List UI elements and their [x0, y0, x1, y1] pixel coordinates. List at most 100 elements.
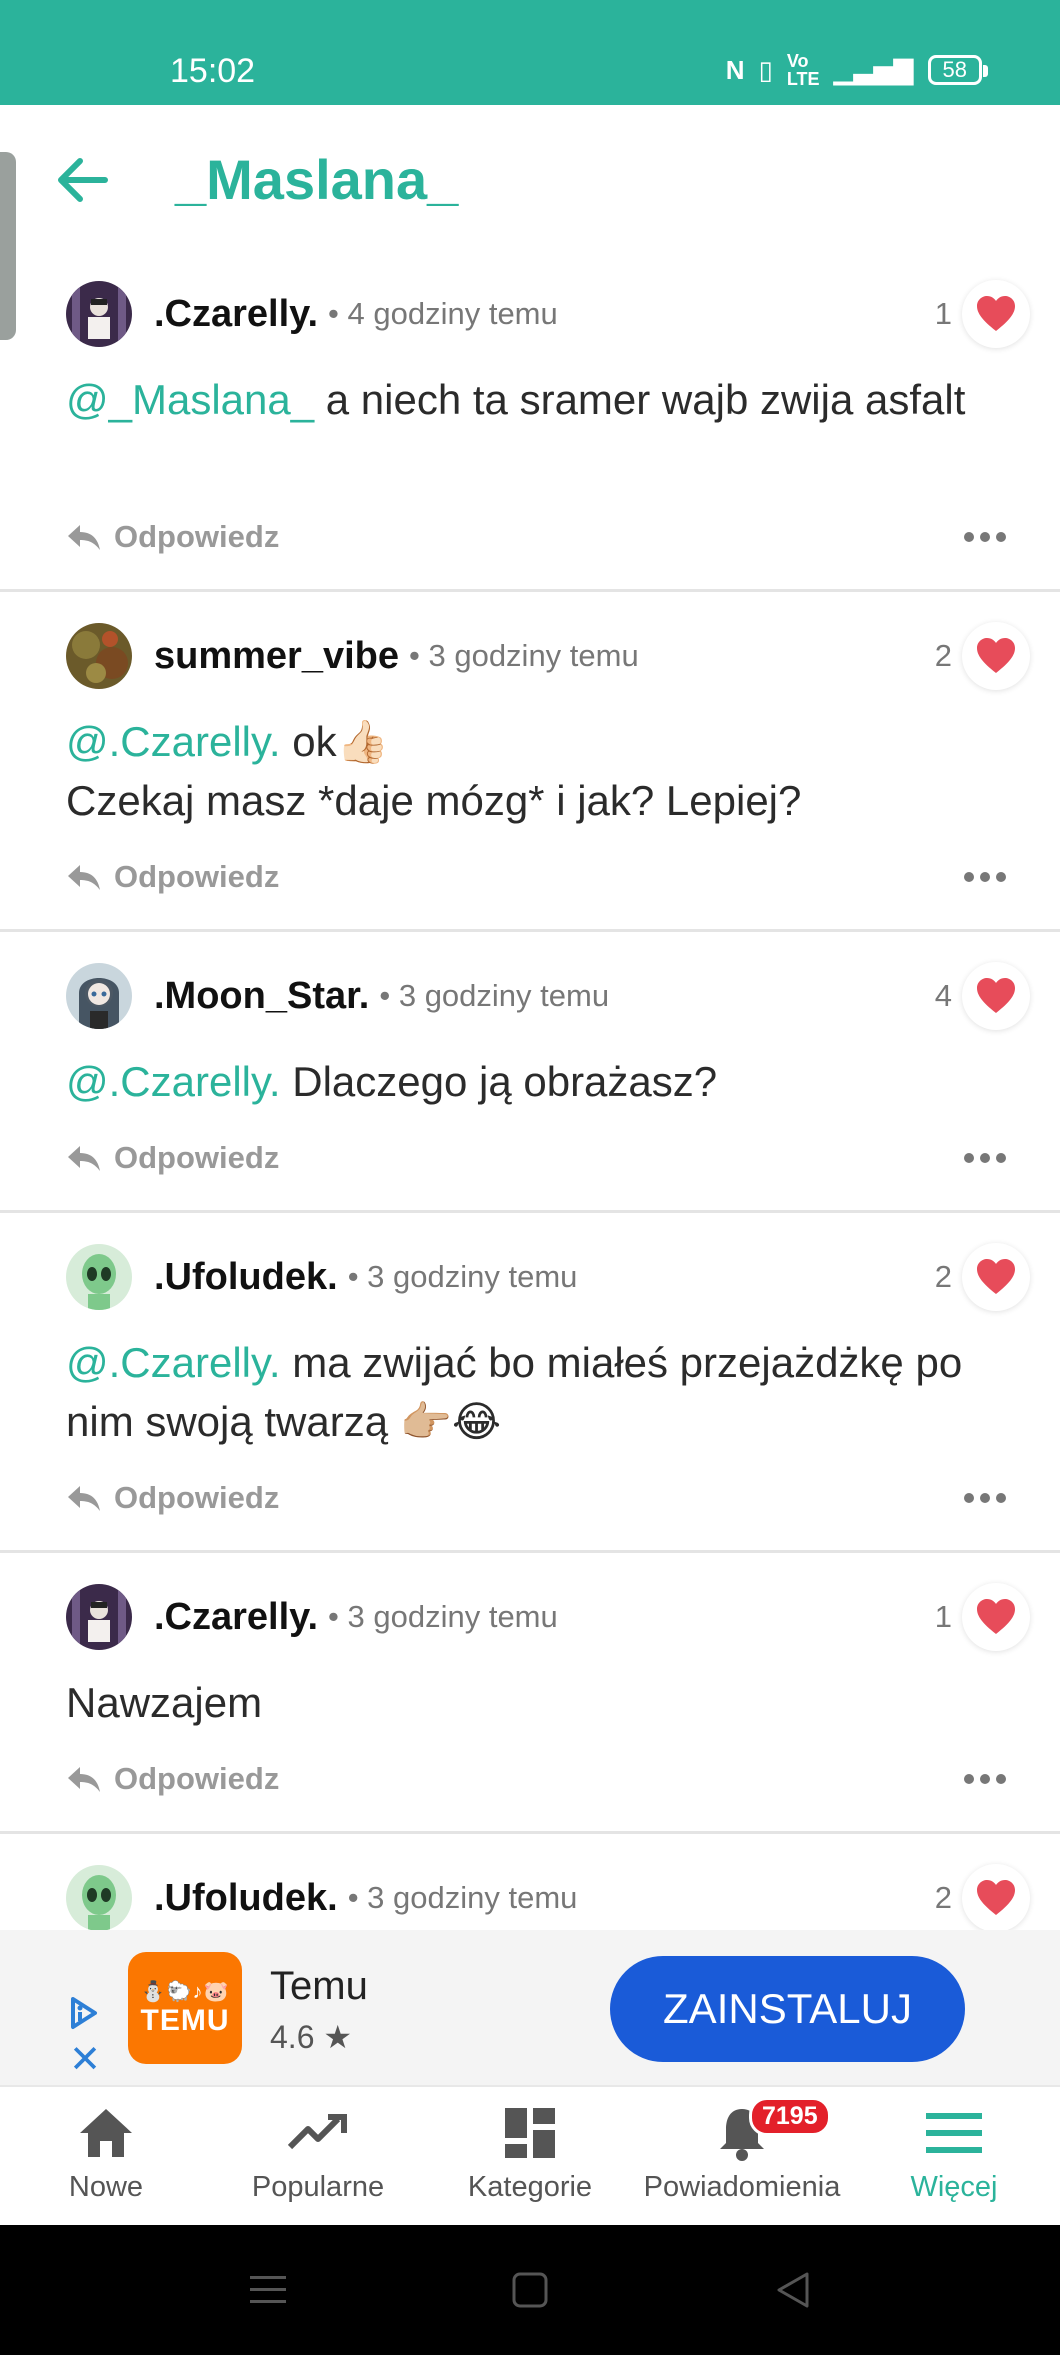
like-button[interactable] — [962, 1243, 1030, 1311]
reply-button[interactable]: Odpowiedz — [66, 852, 279, 902]
recents-icon — [250, 2276, 286, 2303]
reply-label: Odpowiedz — [114, 1140, 280, 1175]
more-options-button[interactable] — [960, 1473, 1010, 1523]
comment-username[interactable]: .Czarelly. — [154, 293, 318, 336]
nav-item-kategorie[interactable]: Kategorie — [424, 2087, 636, 2227]
menu-icon — [924, 2103, 984, 2163]
heart-icon — [977, 1599, 1015, 1634]
ad-app-name: Temu — [270, 1964, 368, 2008]
home-square-icon — [512, 2272, 548, 2308]
status-icons: N ▯ Vo LTE ▁▃▅▇ 58 — [726, 51, 989, 89]
status-time: 15:02 — [170, 52, 256, 90]
reply-icon — [68, 865, 100, 890]
back-arrow-icon — [58, 158, 108, 202]
comment-username[interactable]: summer_vibe — [154, 635, 399, 678]
bottom-navigation: Nowe Popularne Kategorie Powiadomienia 7… — [0, 2085, 1060, 2225]
comment-timestamp: • 4 godziny temu — [328, 296, 558, 331]
back-system-button[interactable] — [768, 2265, 818, 2315]
volte-icon: Vo LTE — [786, 51, 820, 89]
mention-link[interactable]: @_Maslana_ — [66, 376, 314, 423]
like-control: 2 — [935, 1864, 1030, 1930]
more-options-button[interactable] — [960, 1754, 1010, 1804]
comment-header: .Czarelly. • 4 godziny temu — [66, 280, 558, 348]
like-control: 1 — [935, 280, 1030, 348]
reply-button[interactable]: Odpowiedz — [66, 512, 279, 562]
ad-rating: 4.6 ★ — [270, 2019, 353, 2055]
like-button[interactable] — [962, 622, 1030, 690]
heart-icon — [977, 296, 1015, 331]
avatar[interactable] — [66, 1244, 132, 1310]
more-options-button[interactable] — [960, 1133, 1010, 1183]
reply-button[interactable]: Odpowiedz — [66, 1473, 279, 1523]
reply-icon — [68, 1486, 100, 1511]
avatar[interactable] — [66, 1865, 132, 1930]
nav-label: Powiadomienia — [643, 2171, 841, 2203]
page-title: _Maslana_ — [175, 148, 459, 211]
avatar[interactable] — [66, 623, 132, 689]
back-triangle-icon — [777, 2272, 809, 2308]
nav-item-nowe[interactable]: Nowe — [0, 2087, 212, 2227]
more-dots-icon — [964, 532, 1006, 542]
comment-header: .Moon_Star. • 3 godziny temu — [66, 962, 609, 1030]
notification-badge: 7195 — [749, 2097, 831, 2136]
nav-label: Więcej — [910, 2171, 998, 2203]
like-control: 1 — [935, 1583, 1030, 1651]
temu-logo-glyphs: ⛄🐑♪🐷 — [140, 1980, 230, 2003]
header: _Maslana_ — [0, 105, 1060, 250]
comment-header: .Czarelly. • 3 godziny temu — [66, 1583, 558, 1651]
like-button[interactable] — [962, 1583, 1030, 1651]
like-count: 1 — [934, 296, 952, 331]
avatar[interactable] — [66, 281, 132, 347]
comment-username[interactable]: .Ufoludek. — [154, 1877, 338, 1920]
ad-close-icon[interactable]: ✕ — [65, 2040, 105, 2080]
avatar[interactable] — [66, 963, 132, 1029]
nav-label: Nowe — [68, 2171, 144, 2203]
mention-link[interactable]: @.Czarelly. — [66, 1058, 281, 1105]
back-button[interactable] — [52, 150, 112, 210]
home-button[interactable] — [505, 2265, 555, 2315]
like-control: 2 — [935, 1243, 1030, 1311]
comment-text: Nawzajem — [66, 1673, 1016, 1732]
comment-username[interactable]: .Czarelly. — [154, 1596, 318, 1639]
reply-label: Odpowiedz — [114, 1761, 280, 1796]
comment-username[interactable]: .Moon_Star. — [154, 975, 369, 1018]
avatar[interactable] — [66, 1584, 132, 1650]
like-count: 1 — [934, 1599, 952, 1634]
comment-body: a niech ta sramer wajb zwija asfalt — [314, 376, 966, 423]
like-button[interactable] — [962, 962, 1030, 1030]
system-navigation-bar — [0, 2225, 1060, 2355]
like-button[interactable] — [962, 1864, 1030, 1930]
signal-icon: ▁▃▅▇ — [833, 54, 914, 85]
comment-header: summer_vibe • 3 godziny temu — [66, 622, 639, 690]
nav-item-popularne[interactable]: Popularne — [212, 2087, 424, 2227]
reply-icon — [68, 1146, 100, 1171]
home-icon — [76, 2103, 136, 2163]
like-count: 2 — [934, 1880, 952, 1915]
reply-button[interactable]: Odpowiedz — [66, 1133, 279, 1183]
comment-header: .Ufoludek. • 3 godziny temu — [66, 1243, 577, 1311]
install-button[interactable]: ZAINSTALUJ — [610, 1956, 965, 2062]
mention-link[interactable]: @.Czarelly. — [66, 718, 281, 765]
nav-label: Popularne — [251, 2171, 385, 2203]
comment-username[interactable]: .Ufoludek. — [154, 1256, 338, 1299]
recents-button[interactable] — [243, 2265, 293, 2315]
like-control: 4 — [935, 962, 1030, 1030]
comment-header: .Ufoludek. • 3 godziny temu — [66, 1864, 577, 1930]
reply-button[interactable]: Odpowiedz — [66, 1754, 279, 1804]
ad-choices-icon[interactable] — [65, 1995, 105, 2035]
nav-item-wiecej[interactable]: Więcej — [848, 2087, 1060, 2227]
comment-item: .Moon_Star. • 3 godziny temu 4 @.Czarell… — [0, 932, 1060, 1213]
more-options-button[interactable] — [960, 852, 1010, 902]
comment-item: .Czarelly. • 4 godziny temu 1 @_Maslana_… — [0, 250, 1060, 592]
like-count: 2 — [934, 1259, 952, 1294]
nav-item-powiadomienia[interactable]: Powiadomienia 7195 — [636, 2087, 848, 2227]
like-button[interactable] — [962, 280, 1030, 348]
mention-link[interactable]: @.Czarelly. — [66, 1339, 281, 1386]
more-options-button[interactable] — [960, 512, 1010, 562]
more-dots-icon — [964, 1774, 1006, 1784]
comment-text: @.Czarelly. ok👍🏻 Czekaj masz *daje mózg*… — [66, 712, 1016, 830]
reply-label: Odpowiedz — [114, 519, 280, 554]
heart-icon — [977, 1259, 1015, 1294]
ad-banner[interactable]: ✕ ⛄🐑♪🐷 TEMU Temu 4.6 ★ ZAINSTALUJ — [0, 1930, 1060, 2085]
grid-icon — [500, 2103, 560, 2163]
